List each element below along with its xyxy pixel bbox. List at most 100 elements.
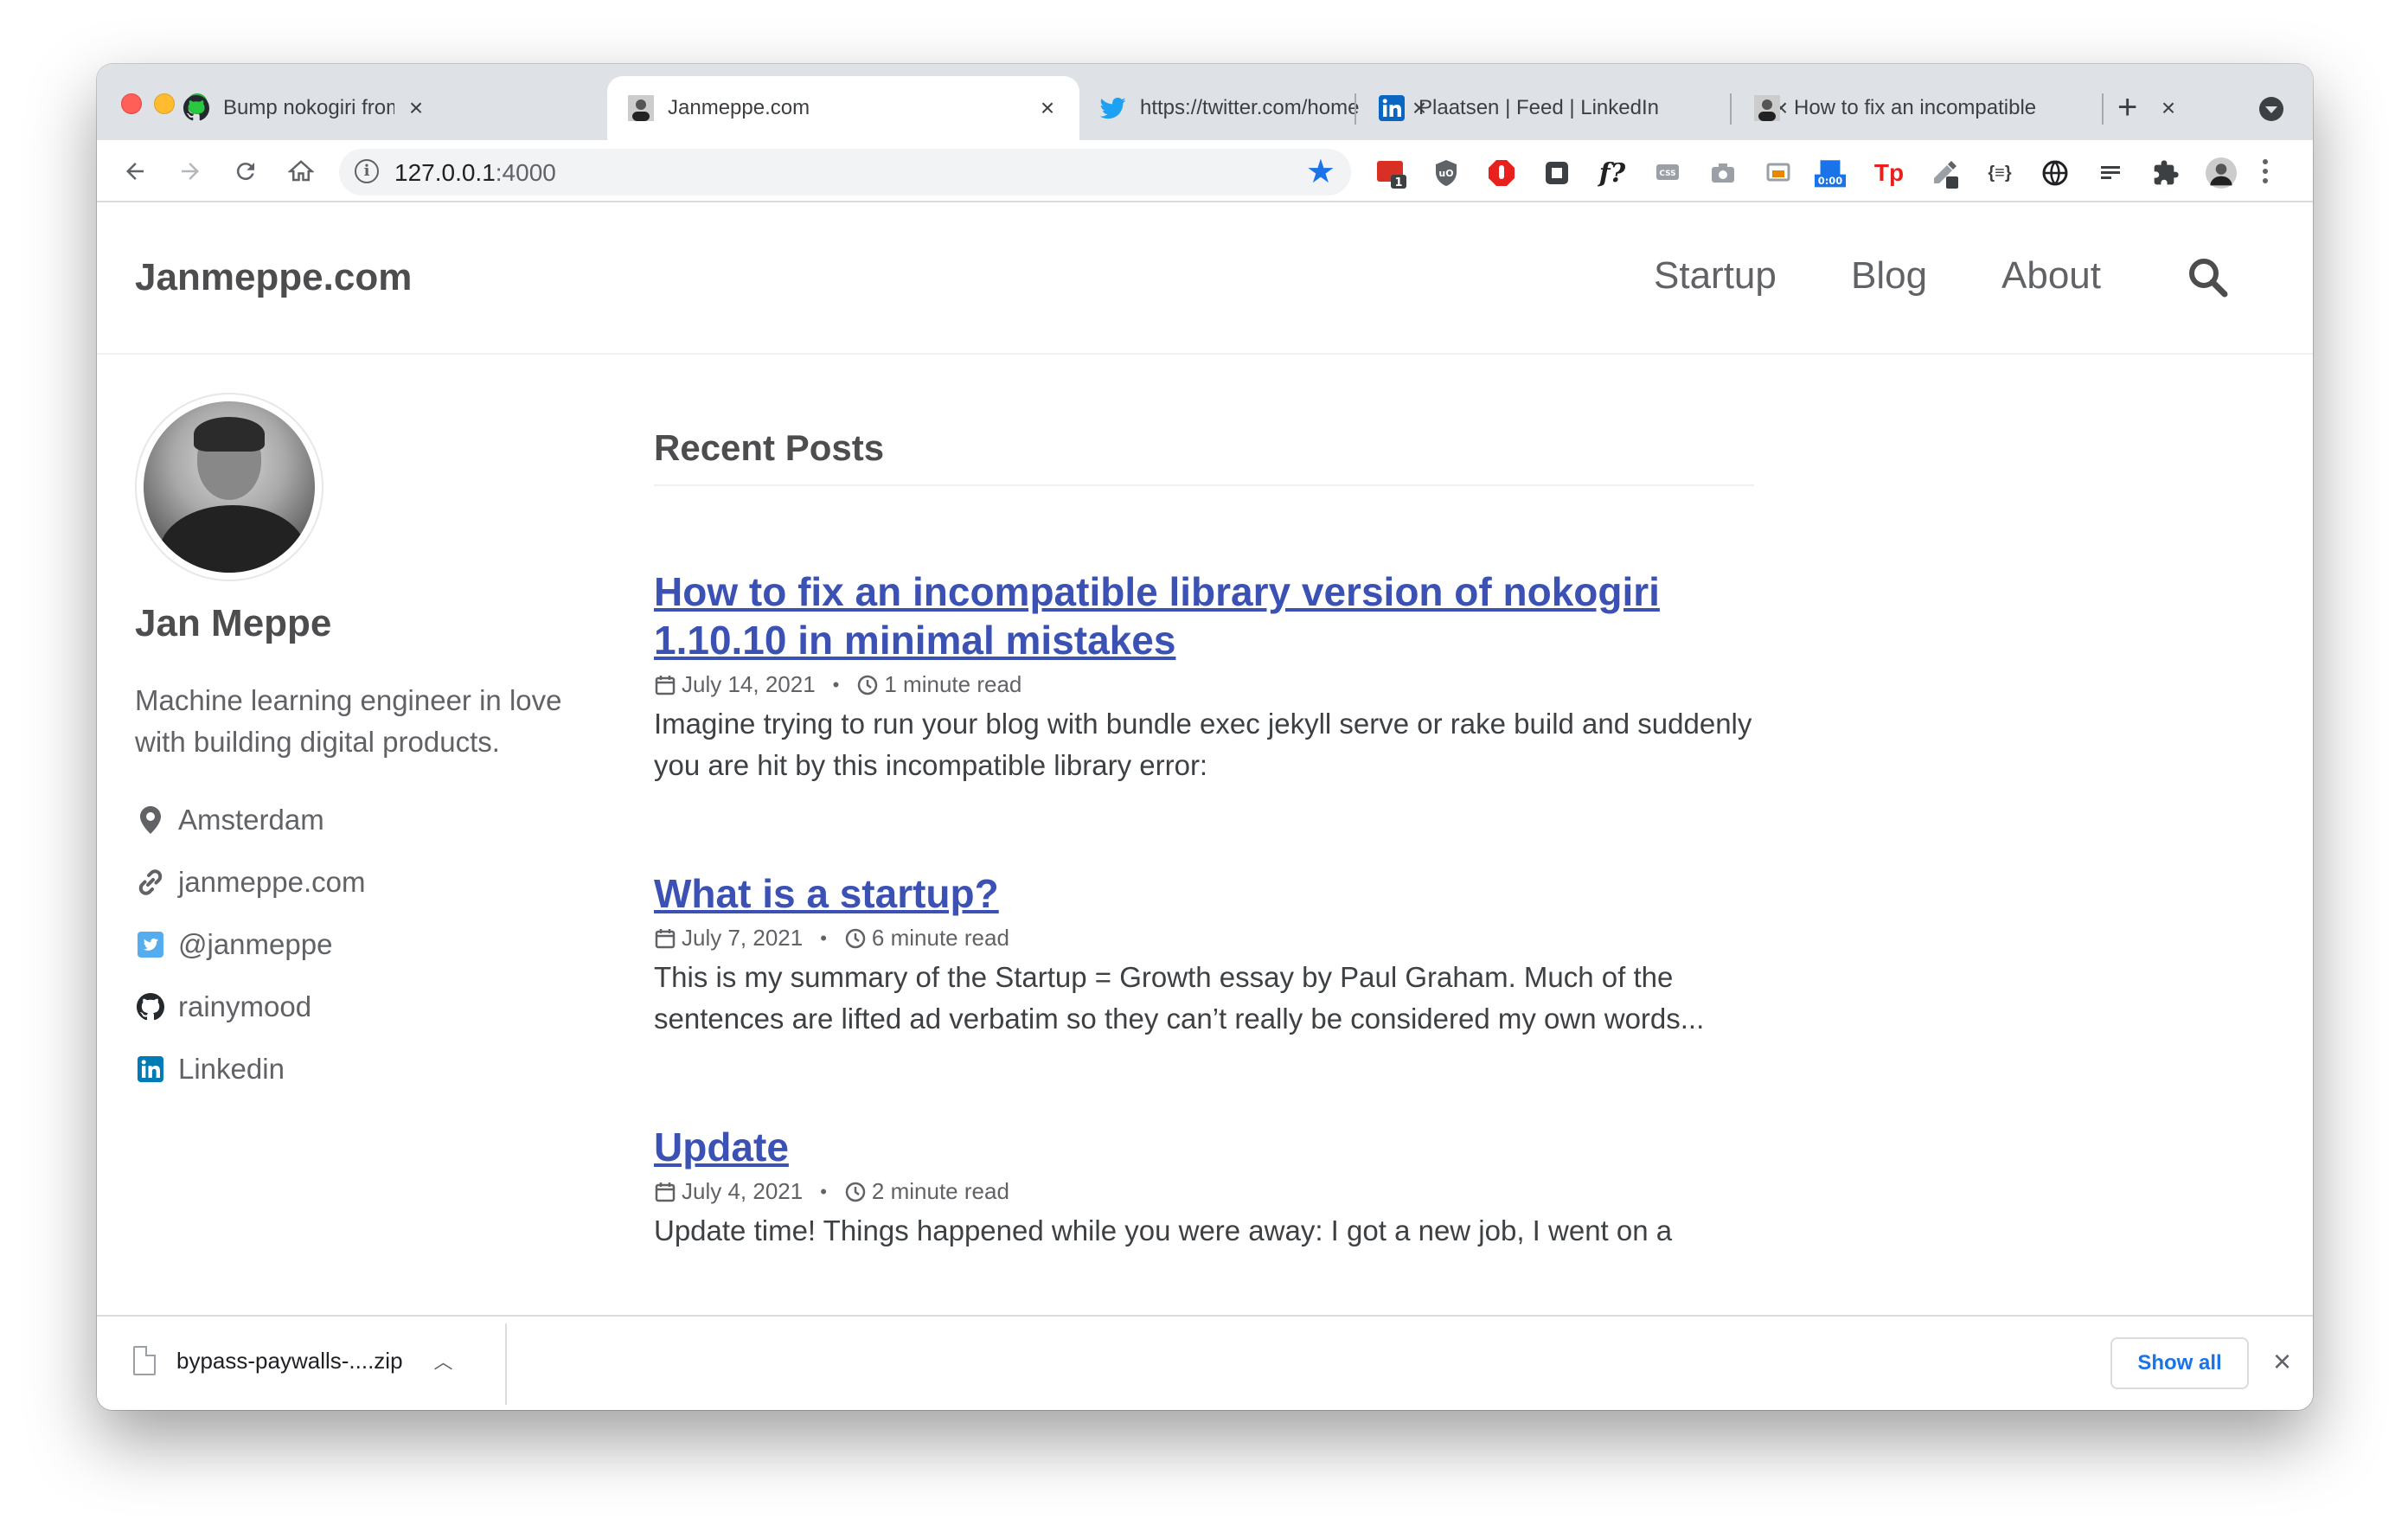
tab-title: Bump nokogiri from 1.10.5: [223, 96, 394, 119]
clock-icon: [845, 1182, 866, 1202]
cast-ext-icon[interactable]: [1763, 157, 1794, 189]
author-bio: Machine learning engineer in love with b…: [135, 684, 562, 758]
arrow-right-icon: [182, 163, 199, 180]
home-button[interactable]: [282, 152, 320, 190]
search-icon[interactable]: [2187, 256, 2228, 298]
arrow-left-icon: [126, 163, 144, 180]
timer-ext-icon[interactable]: 0:00: [1815, 157, 1846, 189]
post-title-link[interactable]: Update: [654, 1123, 1754, 1171]
show-all-downloads-button[interactable]: Show all: [2110, 1337, 2249, 1389]
zip-file-icon: [133, 1346, 156, 1375]
post-title-link[interactable]: What is a startup?: [654, 869, 1754, 918]
author-links: Amsterdam janmeppe.com @janmeppe rainymo…: [135, 789, 619, 1100]
author-avatar: [135, 393, 323, 581]
post-meta: July 14, 2021 • 1 minute read: [654, 671, 1754, 698]
post-read-time: 1 minute read: [884, 671, 1022, 697]
download-file-name: bypass-paywalls-....zip: [176, 1347, 403, 1374]
nav-link-about[interactable]: About: [2001, 254, 2101, 298]
web-page: Janmeppe.com Startup Blog About Jan Mepp…: [97, 202, 2313, 1315]
site-info-icon[interactable]: i: [355, 159, 379, 183]
clock-icon: [858, 675, 878, 695]
new-tab-button[interactable]: +: [2117, 90, 2137, 125]
browser-toolbar: i 127.0.0.1:4000 ★ 1 uO f? CSS 0:00 Tp {…: [97, 140, 2313, 202]
recent-posts-heading: Recent Posts: [654, 427, 1754, 486]
post-read-time: 2 minute read: [871, 1178, 1009, 1204]
svg-text:1: 1: [1394, 176, 1402, 189]
font-ext-icon[interactable]: f?: [1597, 157, 1628, 189]
close-icon[interactable]: ×: [1036, 96, 1059, 120]
browser-menu-button[interactable]: [2261, 159, 2270, 188]
reload-icon: [236, 163, 254, 181]
profile-avatar[interactable]: [2206, 157, 2237, 189]
map-marker-icon: [135, 804, 166, 836]
link-icon: [135, 867, 166, 898]
reading-list-icon[interactable]: [2095, 157, 2126, 189]
site-masthead: Janmeppe.com Startup Blog About: [97, 202, 2313, 355]
download-item[interactable]: bypass-paywalls-....zip ︿: [133, 1346, 453, 1375]
github-icon: [183, 95, 209, 121]
linkedin-icon: [135, 1054, 166, 1085]
url-text: 127.0.0.1:4000: [394, 159, 556, 186]
post-date: July 4, 2021: [682, 1178, 804, 1204]
post-date: July 7, 2021: [682, 925, 804, 951]
tp-ext-icon[interactable]: Tp: [1873, 157, 1905, 189]
reload-button[interactable]: [227, 152, 265, 190]
linkedin-icon: [1379, 95, 1405, 121]
tab-title: Janmeppe.com: [668, 96, 810, 119]
author-name: Jan Meppe: [135, 602, 332, 644]
tab-search-button[interactable]: [2259, 97, 2283, 121]
post-meta: July 4, 2021 • 2 minute read: [654, 1178, 1754, 1205]
post-date: July 14, 2021: [682, 671, 816, 697]
twitter-icon: [135, 929, 166, 960]
github-icon: [135, 991, 166, 1022]
clock-icon: [845, 928, 866, 948]
main-content: Recent Posts How to fix an incompatible …: [654, 427, 1754, 1252]
address-bar[interactable]: i 127.0.0.1:4000 ★: [339, 149, 1351, 195]
eyedropper-icon[interactable]: [1929, 157, 1960, 189]
download-shelf: bypass-paywalls-....zip ︿ Show all ×: [97, 1315, 2313, 1410]
chevron-up-icon[interactable]: ︿: [434, 1347, 453, 1375]
tab-strip: Bump nokogiri from 1.10.5 × Janmeppe.com…: [97, 64, 2313, 140]
author-link-github[interactable]: rainymood: [135, 976, 619, 1038]
ublock-icon[interactable]: uO: [1431, 157, 1462, 189]
todo-ext-icon[interactable]: 1: [1375, 157, 1406, 189]
post-item: How to fix an incompatible library versi…: [654, 567, 1754, 786]
nav-link-startup[interactable]: Startup: [1654, 254, 1777, 298]
bookmark-star-icon[interactable]: ★: [1306, 152, 1335, 191]
author-link-linkedin[interactable]: Linkedin: [135, 1038, 619, 1100]
adblock-icon[interactable]: [1486, 157, 1517, 189]
post-excerpt: Update time! Things happened while you w…: [654, 1214, 1673, 1246]
home-icon: [288, 160, 314, 182]
tab-title: How to fix an incompatible: [1794, 96, 2037, 119]
site-title[interactable]: Janmeppe.com: [135, 256, 412, 299]
json-ext-icon[interactable]: {≡}: [1984, 157, 2015, 189]
tab-janmeppe[interactable]: Janmeppe.com ×: [607, 76, 1079, 140]
calendar-icon: [655, 675, 676, 695]
post-title-link[interactable]: How to fix an incompatible library versi…: [654, 567, 1754, 664]
author-link-website[interactable]: janmeppe.com: [135, 851, 619, 913]
globe-ext-icon[interactable]: [2040, 157, 2071, 189]
svg-text:CSS: CSS: [1659, 170, 1675, 178]
tab-title: Plaatsen | Feed | LinkedIn: [1419, 96, 1659, 119]
back-button[interactable]: [116, 152, 154, 190]
ext-icon[interactable]: [1541, 157, 1572, 189]
close-icon[interactable]: ×: [2157, 96, 2180, 120]
author-link-location: Amsterdam: [135, 789, 619, 851]
camera-ext-icon[interactable]: [1707, 157, 1739, 189]
avatar-icon: [1754, 95, 1780, 121]
post-meta: July 7, 2021 • 6 minute read: [654, 925, 1754, 952]
close-window-button[interactable]: [121, 93, 142, 114]
avatar-icon: [628, 95, 654, 121]
css-ext-icon[interactable]: CSS: [1652, 157, 1683, 189]
author-link-twitter[interactable]: @janmeppe: [135, 913, 619, 976]
close-icon[interactable]: ×: [2273, 1344, 2291, 1379]
calendar-icon: [655, 1182, 676, 1202]
puzzle-icon[interactable]: [2150, 157, 2181, 189]
tab-github[interactable]: Bump nokogiri from 1.10.5 ×: [163, 76, 448, 140]
calendar-icon: [655, 928, 676, 948]
forward-button[interactable]: [171, 152, 209, 190]
post-excerpt: Imagine trying to run your blog with bun…: [654, 708, 1752, 781]
nav-link-blog[interactable]: Blog: [1851, 254, 1927, 298]
svg-text:uO: uO: [1438, 168, 1453, 179]
close-icon[interactable]: ×: [405, 96, 427, 120]
